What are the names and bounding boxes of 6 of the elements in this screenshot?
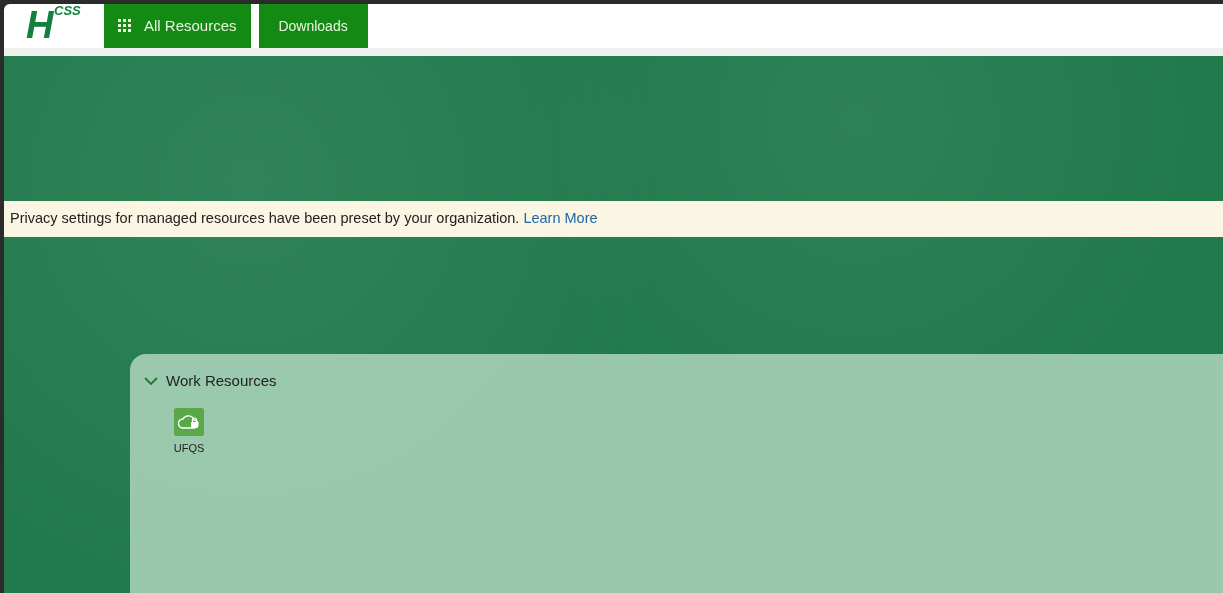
notice-text: Privacy settings for managed resources have been preset by your organization. Learn More (10, 210, 598, 226)
nav-button[interactable]: Downloads (258, 4, 368, 48)
section-header[interactable]: Work Resources (144, 369, 277, 393)
learn-more-link[interactable]: Learn More (523, 210, 598, 226)
nav-button[interactable]: All Resources (104, 4, 251, 48)
app-label[interactable]: UFQS (173, 440, 205, 457)
